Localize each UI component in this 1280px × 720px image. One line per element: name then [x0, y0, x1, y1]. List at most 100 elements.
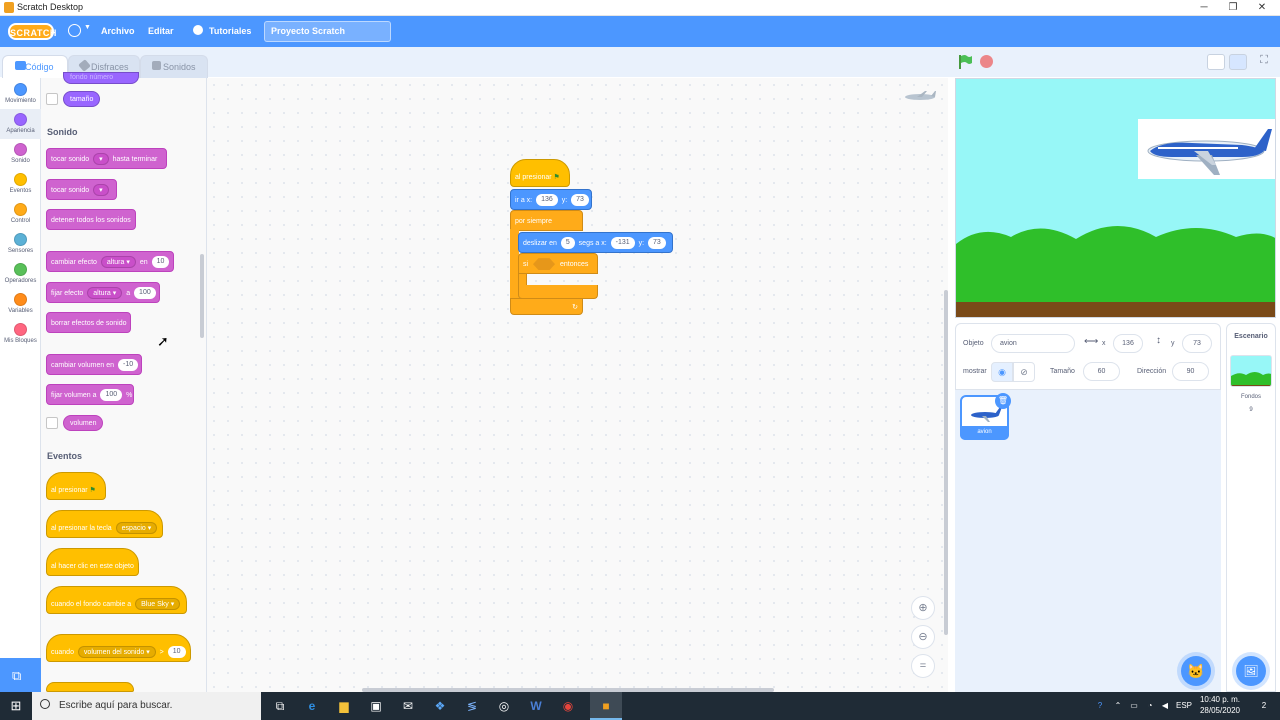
category-sonido[interactable]: Sonido [0, 139, 41, 169]
sprite-x-input[interactable]: 136 [1113, 334, 1143, 353]
block-set-volume[interactable]: fijar volumen a 100 % [46, 384, 134, 405]
obs-icon[interactable]: ◎ [488, 692, 520, 720]
stop-button-icon[interactable] [980, 55, 993, 68]
effect-dropdown[interactable]: altura ▾ [87, 287, 123, 300]
windows-start-icon[interactable]: ⊞ [0, 692, 32, 720]
block-clear-sound-effects[interactable]: borrar efectos de sonido [46, 312, 131, 333]
network-icon[interactable]: ▭ [1126, 692, 1142, 720]
green-flag-button-icon[interactable] [957, 54, 973, 70]
zoom-out-button[interactable]: ⊖ [911, 625, 935, 649]
language-indicator[interactable]: ESP [1174, 692, 1194, 720]
task-view-icon[interactable]: ⧉ [264, 692, 296, 720]
sprite-y-input[interactable]: 73 [1182, 334, 1212, 353]
scratch-taskbar-icon[interactable]: ■ [590, 692, 622, 720]
y-input[interactable]: 73 [648, 237, 666, 250]
key-dropdown[interactable]: espacio ▾ [115, 522, 158, 535]
stage-canvas[interactable] [955, 78, 1276, 318]
delete-sprite-trash-icon[interactable]: 🗑 [995, 393, 1011, 409]
tab-sounds[interactable]: Sonidos [140, 55, 208, 78]
script-goto-xy[interactable]: ir a x: 136 y: 73 [510, 189, 592, 210]
category-apariencia[interactable]: Apariencia [0, 109, 41, 139]
category-control[interactable]: Control [0, 199, 41, 229]
number-input[interactable]: 100 [100, 389, 123, 402]
sprite-direction-input[interactable]: 90 [1172, 362, 1209, 381]
tray-chevron-icon[interactable]: ⌃ [1110, 692, 1126, 720]
block-partial-event[interactable] [46, 682, 134, 692]
y-input[interactable]: 73 [571, 194, 589, 207]
vscode-icon[interactable]: ≶ [456, 692, 488, 720]
taskbar-clock[interactable]: 10:40 p. m. 28/05/2020 [1195, 694, 1245, 716]
sensor-dropdown[interactable]: volumen del sonido ▾ [77, 646, 156, 659]
dropbox-icon[interactable]: ❖ [424, 692, 456, 720]
volume-icon[interactable]: ◀ [1158, 692, 1172, 720]
volume-reporter[interactable]: volumen [63, 415, 104, 431]
number-input[interactable]: 10 [167, 646, 186, 659]
category-mis-bloques[interactable]: Mis Bloques [0, 319, 41, 349]
block-stop-all-sounds[interactable]: detener todos los sonidos [46, 209, 136, 230]
zoom-reset-button[interactable]: = [911, 654, 935, 678]
close-window-button[interactable]: ✕ [1246, 0, 1278, 16]
script-forever-block[interactable]: por siempre [510, 210, 583, 231]
empty-condition-slot[interactable] [533, 258, 556, 271]
fullscreen-icon[interactable]: ⛶ [1255, 54, 1273, 70]
script-when-flag-clicked[interactable]: al presionar ⚑ [510, 159, 570, 187]
category-operadores[interactable]: Operadores [0, 259, 41, 289]
block-when-greater-than[interactable]: cuando volumen del sonido ▾ > 10 [46, 634, 191, 662]
stage-thumbnail[interactable] [1230, 355, 1272, 387]
block-set-sound-effect[interactable]: fijar efecto altura ▾ a 100 [46, 282, 160, 303]
chrome-icon[interactable]: ◉ [552, 692, 584, 720]
store-icon[interactable]: ▣ [360, 692, 392, 720]
palette-scrollbar[interactable] [200, 254, 204, 338]
category-movimiento[interactable]: Movimiento [0, 79, 41, 109]
volume-checkbox[interactable] [46, 417, 58, 429]
block-start-sound[interactable]: tocar sonido ▾ [46, 179, 117, 200]
x-input[interactable]: 136 [536, 194, 558, 207]
file-explorer-icon[interactable]: ▆ [328, 692, 360, 720]
number-input[interactable]: 10 [151, 256, 170, 269]
project-title-input[interactable]: Proyecto Scratch [264, 21, 391, 42]
number-input[interactable]: 100 [134, 287, 156, 300]
category-eventos[interactable]: Eventos [0, 169, 41, 199]
hide-sprite-eye-icon[interactable]: ⊘ [1013, 362, 1035, 382]
sound-dropdown[interactable]: ▾ [93, 184, 109, 197]
x-input[interactable]: -131 [610, 237, 635, 250]
maximize-button[interactable]: ❐ [1217, 0, 1249, 16]
sprite-name-input[interactable]: avion [991, 334, 1075, 353]
effect-dropdown[interactable]: altura ▾ [100, 256, 136, 269]
block-when-key-pressed[interactable]: al presionar la tecla espacio ▾ [46, 510, 163, 538]
word-icon[interactable]: W [520, 692, 552, 720]
taskbar-search-input[interactable]: Escribe aquí para buscar. [32, 692, 261, 720]
script-glide-to-xy[interactable]: deslizar en 5 segs a x: -131 y: 73 [518, 232, 673, 253]
block-play-sound-until-done[interactable]: tocar sonido ▾ hasta terminar [46, 148, 167, 169]
wifi-icon[interactable]: ◔ [1142, 692, 1158, 720]
minimize-button[interactable]: ─ [1188, 0, 1220, 16]
menu-archivo[interactable]: Archivo [101, 16, 135, 47]
block-when-flag-clicked[interactable]: al presionar ⚑ [46, 472, 106, 500]
zoom-in-button[interactable]: ⊕ [911, 596, 935, 620]
scratch-logo[interactable]: SCRATCH [8, 23, 56, 40]
size-checkbox[interactable] [46, 93, 58, 105]
sprite-size-input[interactable]: 60 [1083, 362, 1120, 381]
normal-stage-button[interactable] [1229, 54, 1247, 70]
mail-icon[interactable]: ✉ [392, 692, 424, 720]
block-change-volume[interactable]: cambiar volumen en -10 [46, 354, 142, 375]
seconds-input[interactable]: 5 [560, 237, 575, 250]
language-globe-icon[interactable] [68, 24, 81, 37]
help-icon[interactable]: ? [1090, 692, 1110, 720]
category-variables[interactable]: Variables [0, 289, 41, 319]
show-sprite-eye-icon[interactable]: ◉ [991, 362, 1013, 382]
script-vertical-scrollbar[interactable] [944, 290, 948, 635]
size-reporter[interactable]: tamaño [63, 91, 101, 107]
menu-editar[interactable]: Editar [148, 16, 174, 47]
tutorials-lightbulb-icon[interactable] [193, 25, 203, 35]
block-when-backdrop-switches[interactable]: cuando el fondo cambie a Blue Sky ▾ [46, 586, 187, 614]
block-change-sound-effect[interactable]: cambiar efecto altura ▾ en 10 [46, 251, 174, 272]
add-backdrop-button-icon[interactable]: 🖼 [1236, 656, 1266, 686]
number-input[interactable]: -10 [117, 359, 139, 372]
add-sprite-button-icon[interactable]: 🐱 [1181, 656, 1211, 686]
edge-browser-icon[interactable]: e [296, 692, 328, 720]
script-if-block[interactable]: si entonces [518, 253, 598, 274]
menu-tutoriales[interactable]: Tutoriales [209, 16, 251, 47]
tab-code[interactable]: Código [2, 55, 68, 78]
script-area[interactable] [207, 78, 948, 692]
